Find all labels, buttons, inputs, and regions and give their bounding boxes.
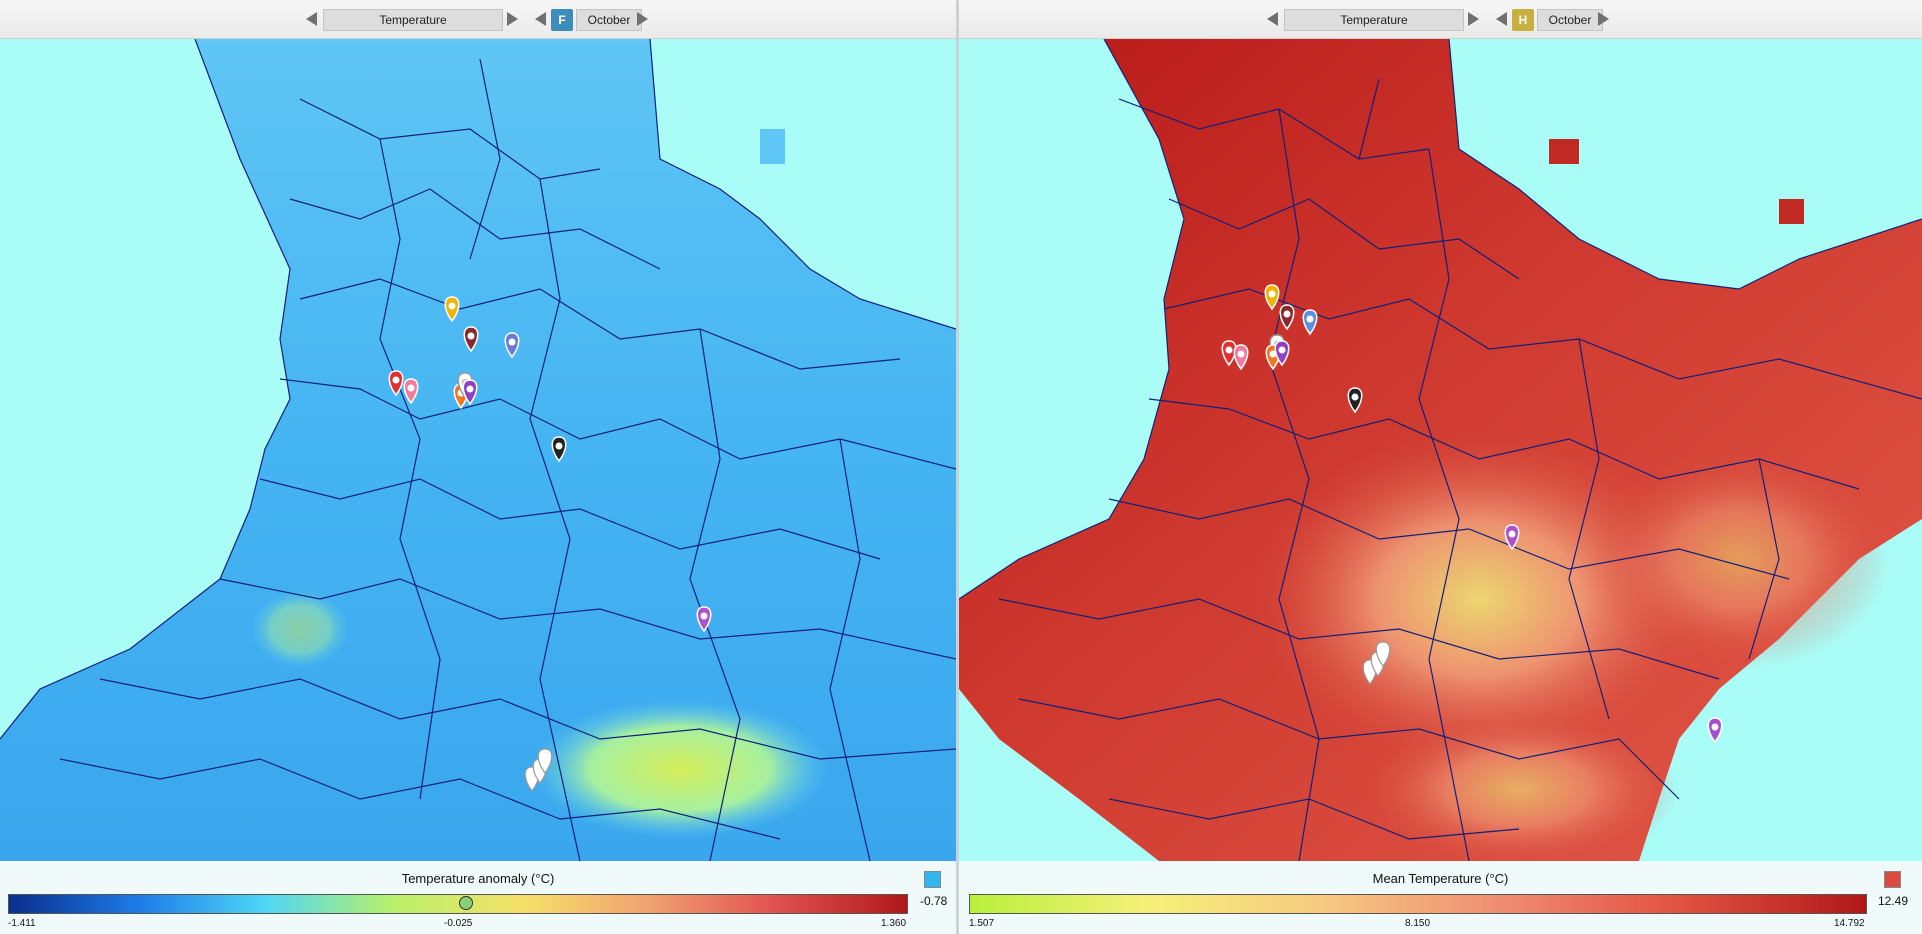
prev-variable-arrow-icon[interactable] (1267, 12, 1278, 26)
legend-mid-label: -0.025 (444, 918, 473, 929)
warm-zone-east (1589, 449, 1889, 669)
land-patch (760, 129, 785, 164)
left-map-panel: Temperature F October Temperature anomal… (0, 0, 956, 934)
legend-swatch (924, 871, 941, 888)
right-map-panel: Temperature H October Mean Temperature (… (959, 0, 1922, 934)
anomaly-map-canvas (0, 39, 956, 861)
next-month-arrow-icon[interactable] (637, 12, 648, 26)
legend-current-value: 12.49 (1878, 894, 1909, 908)
legend-max-label: 1.360 (881, 918, 907, 929)
next-month-arrow-icon[interactable] (1598, 12, 1609, 26)
right-toolbar: Temperature H October (959, 0, 1922, 39)
warm-anomaly-spot (250, 589, 350, 669)
legend-max-label: 14.792 (1834, 918, 1865, 929)
month-selector[interactable]: October (1537, 9, 1603, 31)
legend-color-scale[interactable] (969, 894, 1867, 914)
anomaly-map[interactable] (0, 39, 956, 861)
legend-title: Mean Temperature (°C) (1372, 871, 1509, 886)
legend-current-value: -0.78 (920, 894, 948, 908)
mean-temperature-map-canvas (959, 39, 1922, 861)
next-variable-arrow-icon[interactable] (507, 12, 518, 26)
legend-swatch (1884, 871, 1901, 888)
scenario-badge[interactable]: H (1512, 9, 1534, 31)
prev-month-arrow-icon[interactable] (1496, 12, 1507, 26)
marker-violet (1707, 717, 1723, 744)
right-legend: Mean Temperature (°C) 12.49 1.507 8.150 … (959, 861, 1922, 934)
month-selector[interactable]: October (576, 9, 642, 31)
land-patch (1779, 199, 1804, 224)
left-legend: Temperature anomaly (°C) -0.78 -1.411 -0… (0, 861, 956, 934)
prev-variable-arrow-icon[interactable] (306, 12, 317, 26)
variable-selector[interactable]: Temperature (1284, 9, 1464, 31)
mean-temperature-map[interactable] (959, 39, 1922, 861)
legend-color-scale[interactable] (8, 894, 908, 914)
legend-min-label: -1.411 (8, 918, 36, 929)
land-patch (1549, 139, 1579, 164)
legend-min-label: 1.507 (969, 918, 995, 929)
next-variable-arrow-icon[interactable] (1468, 12, 1479, 26)
variable-selector[interactable]: Temperature (323, 9, 503, 31)
legend-title: Temperature anomaly (°C) (401, 871, 555, 886)
prev-month-arrow-icon[interactable] (535, 12, 546, 26)
legend-mid-label: 8.150 (1405, 918, 1431, 929)
scenario-badge[interactable]: F (551, 9, 573, 31)
left-toolbar: Temperature F October (0, 0, 956, 39)
